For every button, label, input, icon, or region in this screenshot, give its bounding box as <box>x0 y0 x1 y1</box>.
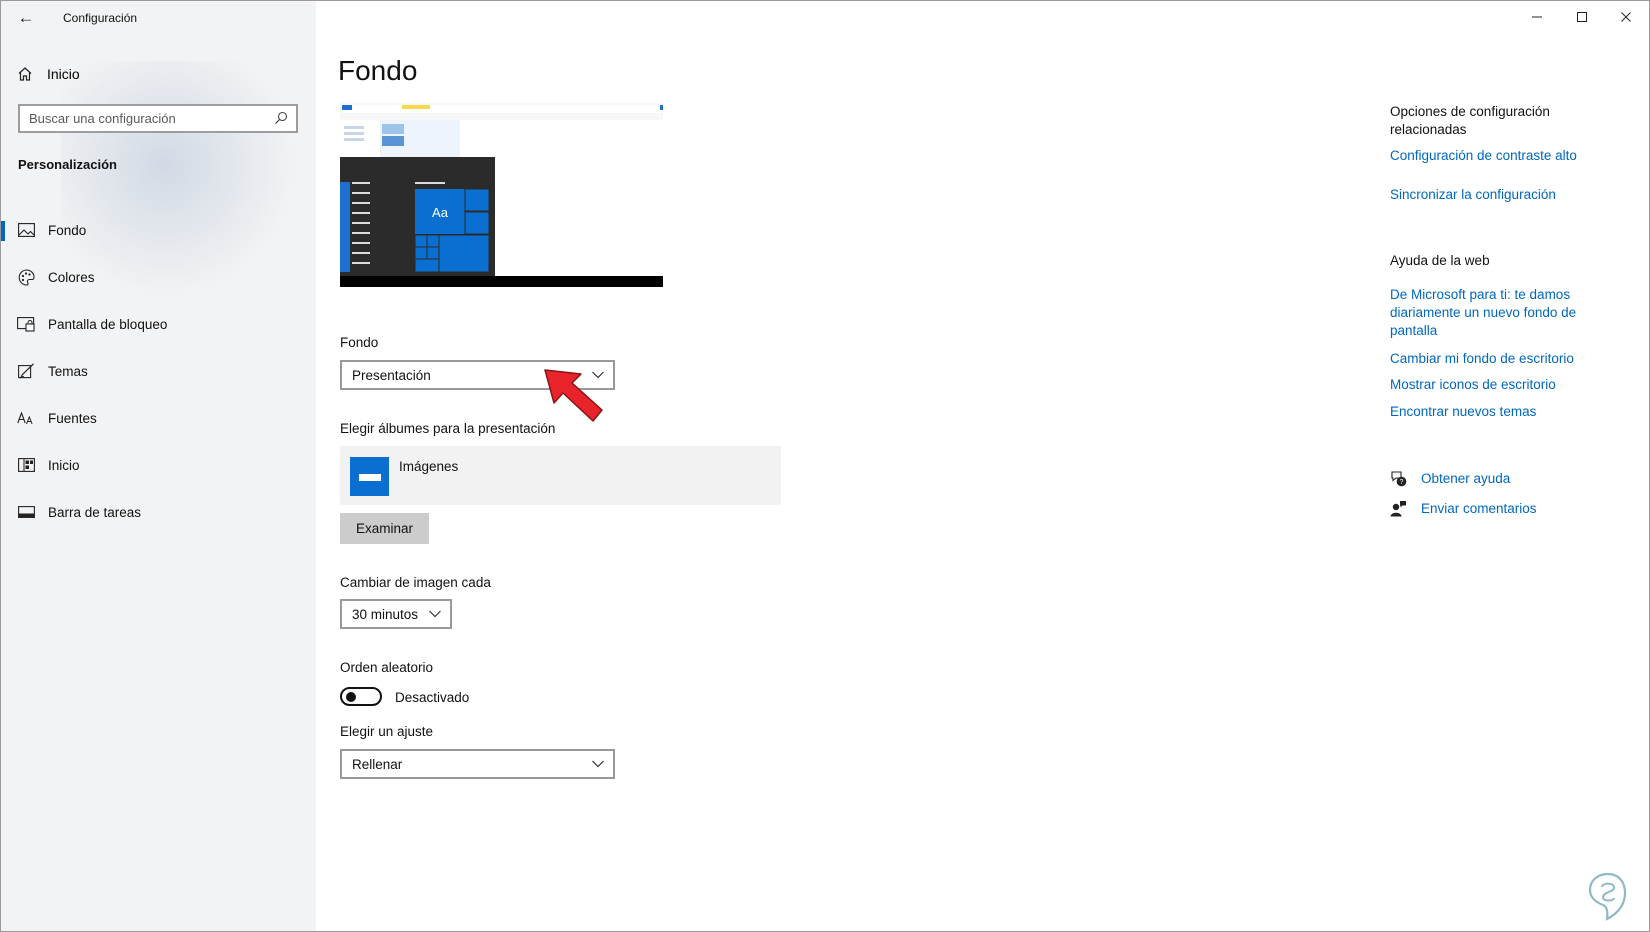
sidebar-item-fuentes[interactable]: Fuentes <box>1 396 316 443</box>
daily-wallpaper-link[interactable]: De Microsoft para ti: te damos diariamen… <box>1390 286 1600 340</box>
help-chat-icon: ? <box>1391 470 1407 486</box>
close-icon <box>1621 12 1631 22</box>
sidebar-item-colores[interactable]: Colores <box>1 255 316 302</box>
desktop-icons-link[interactable]: Mostrar iconos de escritorio <box>1390 376 1556 394</box>
maximize-button[interactable] <box>1559 1 1605 33</box>
section-title: Personalización <box>18 157 117 172</box>
home-icon <box>18 67 32 81</box>
sidebar-item-fondo[interactable]: Fondo <box>1 208 316 255</box>
change-wallpaper-link[interactable]: Cambiar mi fondo de escritorio <box>1390 350 1574 368</box>
chevron-down-icon <box>429 610 441 618</box>
sidebar-item-label: Pantalla de bloqueo <box>48 317 168 332</box>
settings-window: ← Configuración Inicio Personalización F… <box>0 0 1650 932</box>
albums-label: Elegir álbumes para la presentación <box>340 421 556 436</box>
search-box[interactable] <box>18 104 298 133</box>
album-item[interactable]: Imágenes <box>340 446 781 505</box>
get-help-label: Obtener ayuda <box>1421 470 1511 486</box>
preview-tile-text: Aa <box>432 205 449 220</box>
interval-dropdown-value: 30 minutos <box>352 607 419 622</box>
find-themes-link[interactable]: Encontrar nuevos temas <box>1390 403 1536 421</box>
sidebar-item-label: Fuentes <box>48 411 97 426</box>
sidebar-nav: Fondo Colores Pantalla de bloqueo Temas <box>1 208 316 537</box>
red-arrow-pointer-icon <box>544 369 603 422</box>
nav-home-label: Inicio <box>47 66 80 82</box>
minimize-icon <box>1532 16 1542 18</box>
background-preview: Aa <box>339 102 664 287</box>
sidebar-item-pantalla-bloqueo[interactable]: Pantalla de bloqueo <box>1 302 316 349</box>
page-title: Fondo <box>338 55 418 86</box>
sidebar-item-barra-tareas[interactable]: Barra de tareas <box>1 490 316 537</box>
taskbar-icon <box>17 503 35 521</box>
album-name: Imágenes <box>399 459 459 474</box>
related-settings-title: Opciones de configuración relacionadas <box>1390 104 1550 137</box>
fit-dropdown-value: Rellenar <box>352 757 403 772</box>
background-label: Fondo <box>340 335 379 350</box>
fit-label: Elegir un ajuste <box>340 724 434 739</box>
lock-screen-icon <box>17 315 35 333</box>
chevron-down-icon <box>592 760 604 768</box>
close-button[interactable] <box>1603 1 1649 33</box>
background-dropdown-value: Presentación <box>352 368 431 383</box>
font-icon <box>17 409 35 427</box>
start-icon <box>17 456 35 474</box>
search-input[interactable] <box>20 106 269 131</box>
sidebar-item-label: Fondo <box>48 223 87 238</box>
brush-icon <box>17 362 35 380</box>
browse-button[interactable]: Examinar <box>340 513 429 544</box>
search-icon <box>275 111 288 124</box>
sidebar-item-label: Temas <box>48 364 88 379</box>
interval-label: Cambiar de imagen cada <box>340 575 491 590</box>
sidebar-item-label: Barra de tareas <box>48 505 142 520</box>
interval-dropdown[interactable]: 30 minutos <box>340 599 452 629</box>
sidebar-item-label: Colores <box>48 270 95 285</box>
folder-icon <box>350 457 389 496</box>
palette-icon <box>17 268 35 286</box>
shuffle-toggle[interactable] <box>340 687 382 706</box>
watermark-logo-icon <box>1588 872 1627 921</box>
sync-settings-link[interactable]: Sincronizar la configuración <box>1390 186 1556 204</box>
web-help-title: Ayuda de la web <box>1390 253 1490 268</box>
high-contrast-link[interactable]: Configuración de contraste alto <box>1390 147 1577 165</box>
maximize-icon <box>1577 12 1587 22</box>
sidebar-item-label: Inicio <box>48 458 80 473</box>
feedback-row[interactable]: Enviar comentarios <box>1390 497 1537 519</box>
picture-icon <box>17 221 35 239</box>
shuffle-state: Desactivado <box>395 690 470 705</box>
get-help-row[interactable]: ? Obtener ayuda <box>1390 467 1510 489</box>
svg-text:?: ? <box>1400 479 1404 486</box>
minimize-button[interactable] <box>1514 1 1560 33</box>
sidebar: ← Configuración Inicio Personalización F… <box>1 1 316 931</box>
fit-dropdown[interactable]: Rellenar <box>340 749 615 779</box>
preview-image: Aa <box>339 102 664 287</box>
feedback-person-icon <box>1390 500 1406 516</box>
sidebar-item-temas[interactable]: Temas <box>1 349 316 396</box>
back-arrow-icon[interactable]: ← <box>15 7 37 29</box>
app-title: Configuración <box>63 11 138 25</box>
sidebar-item-inicio[interactable]: Inicio <box>1 443 316 490</box>
feedback-label: Enviar comentarios <box>1421 500 1537 516</box>
toggle-knob <box>346 692 356 702</box>
nav-home[interactable]: Inicio <box>17 62 80 86</box>
shuffle-label: Orden aleatorio <box>340 660 434 675</box>
